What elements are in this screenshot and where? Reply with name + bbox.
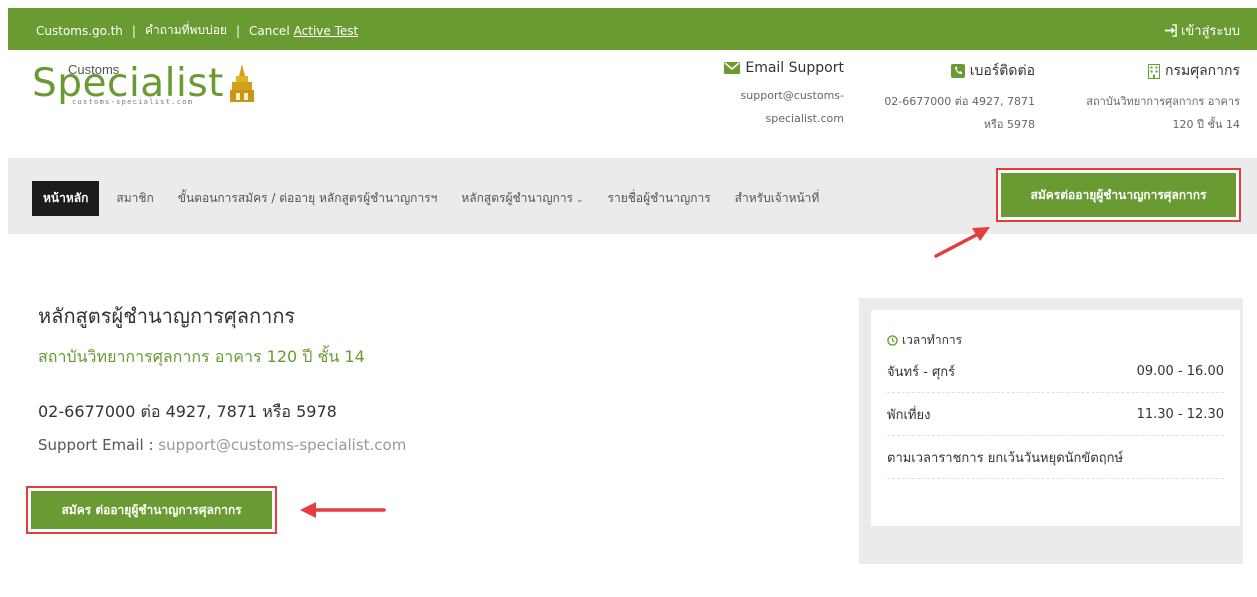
- hours-row: จันทร์ - ศุกร์ 09.00 - 16.00: [887, 350, 1224, 393]
- email-support-block: Email Support support@customs- specialis…: [684, 60, 844, 130]
- department-label: กรมศุลกากร: [1164, 63, 1240, 79]
- separator: |: [131, 23, 136, 38]
- phone-label: เบอร์ติดต่อ: [969, 63, 1035, 79]
- office-hours-panel: เวลาทำการ จันทร์ - ศุกร์ 09.00 - 16.00 พ…: [859, 298, 1243, 564]
- top-links: Customs.go.th | คำถามที่พบบ่อย | Cancel …: [36, 21, 358, 40]
- active-test-link[interactable]: Active Test: [294, 24, 359, 38]
- envelope-icon: [724, 62, 741, 74]
- support-email: Support Email : support@customs-speciali…: [38, 436, 406, 454]
- phone-contact-block: เบอร์ติดต่อ 02-6677000 ต่อ 4927, 7871 หร…: [865, 60, 1035, 136]
- customs-emblem-icon: [230, 64, 254, 102]
- clock-icon: [887, 335, 898, 346]
- separator: |: [235, 23, 240, 38]
- phone-line-2: หรือ 5978: [983, 118, 1035, 131]
- nav-members[interactable]: สมาชิก: [104, 181, 165, 216]
- nav-home[interactable]: หน้าหลัก: [32, 181, 100, 216]
- phone-icon: [950, 64, 965, 78]
- hours-row-value: 09.00 - 16.00: [1136, 363, 1224, 379]
- site-header: Specialist Customs customs-specialist.co…: [8, 50, 1257, 158]
- department-line-1: สถาบันวิทยาการศุลกากร อาคาร: [1086, 95, 1240, 108]
- login-link[interactable]: เข้าสู่ระบบ: [1164, 20, 1240, 41]
- hours-row-label: จันทร์ - ศุกร์: [887, 364, 956, 380]
- hours-row-value: 11.30 - 12.30: [1136, 406, 1224, 422]
- faq-link[interactable]: คำถามที่พบบ่อย: [145, 21, 227, 40]
- renew-specialist-button-highlight: สมัครต่ออายุผู้ชำนาญการศุลกากร: [996, 168, 1241, 222]
- cancel-text: Cancel: [249, 23, 290, 38]
- renew-specialist-cta-button[interactable]: สมัคร ต่ออายุผู้ชำนาญการศุลกากร: [31, 491, 272, 529]
- main-navigation: หน้าหลัก สมาชิก ขั้นตอนการสมัคร / ต่ออาย…: [8, 158, 1257, 234]
- support-email-value[interactable]: support@customs-specialist.com: [158, 436, 406, 454]
- phone-numbers: 02-6677000 ต่อ 4927, 7871 หรือ 5978: [38, 402, 337, 421]
- nav-courses[interactable]: หลักสูตรผู้ชำนาญการ ⌄: [449, 181, 595, 216]
- login-label: เข้าสู่ระบบ: [1180, 24, 1240, 39]
- office-hours-title-label: เวลาทำการ: [902, 333, 963, 347]
- red-arrow-icon: [934, 227, 990, 258]
- email-support-label: Email Support: [745, 60, 844, 76]
- office-hours-title: เวลาทำการ: [887, 331, 1224, 350]
- institute-address: สถาบันวิทยาการศุลกากร อาคาร 120 ปี ชั้น …: [38, 347, 365, 366]
- page-title: หลักสูตรผู้ชำนาญการศุลกากร: [38, 304, 296, 328]
- support-email-label: Support Email :: [38, 436, 159, 454]
- nav-courses-label: หลักสูตรผู้ชำนาญการ: [461, 191, 573, 205]
- building-icon: [1147, 63, 1160, 79]
- red-arrow-icon: [300, 502, 386, 518]
- chevron-down-icon: ⌄: [576, 195, 584, 205]
- top-bar: Customs.go.th | คำถามที่พบบ่อย | Cancel …: [8, 8, 1257, 50]
- email-line-2[interactable]: specialist.com: [684, 107, 844, 130]
- phone-line-1: 02-6677000 ต่อ 4927, 7871: [884, 95, 1035, 108]
- renew-specialist-button[interactable]: สมัครต่ออายุผู้ชำนาญการศุลกากร: [1001, 173, 1236, 217]
- department-block: กรมศุลกากร สถาบันวิทยาการศุลกากร อาคาร 1…: [1050, 60, 1240, 136]
- nav-staff[interactable]: สำหรับเจ้าหน้าที่: [723, 181, 832, 216]
- hours-row: พักเที่ยง 11.30 - 12.30: [887, 393, 1224, 436]
- email-line-1[interactable]: support@customs-: [684, 84, 844, 107]
- logo-customs: Customs: [68, 62, 120, 77]
- customs-link[interactable]: Customs.go.th: [36, 24, 123, 38]
- department-line-2: 120 ปี ชั้น 14: [1172, 118, 1240, 131]
- hours-row-label: พักเที่ยง: [887, 407, 931, 423]
- renew-specialist-cta-highlight: สมัคร ต่ออายุผู้ชำนาญการศุลกากร: [26, 486, 277, 534]
- nav-steps[interactable]: ขั้นตอนการสมัคร / ต่ออายุ หลักสูตรผู้ชำน…: [166, 181, 450, 216]
- site-logo[interactable]: Specialist Customs customs-specialist.co…: [32, 60, 262, 110]
- nav-specialist-list[interactable]: รายชื่อผู้ชำนาญการ: [596, 181, 723, 216]
- hours-note: ตามเวลาราชการ ยกเว้นวันหยุดนักขัตฤกษ์: [887, 436, 1224, 479]
- logo-domain: customs-specialist.com: [72, 98, 194, 106]
- login-icon: [1164, 24, 1177, 37]
